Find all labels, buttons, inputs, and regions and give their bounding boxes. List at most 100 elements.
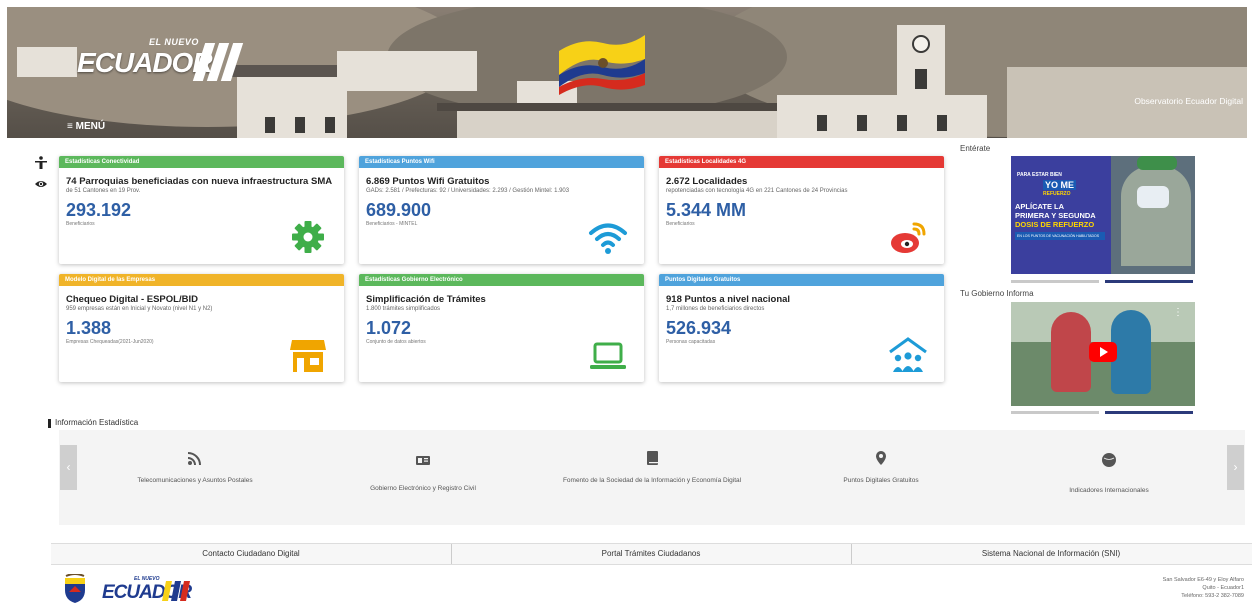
enterate-label: Entérate [960,144,991,153]
wifi-icon [589,223,627,254]
footer-link-sni[interactable]: Sistema Nacional de Información (SNI) [851,544,1251,564]
stat-card-puntos[interactable]: Puntos Digitales Gratuitos 918 Puntos a … [659,274,944,382]
gobierno-informa-label: Tu Gobierno Informa [960,289,1034,298]
building [337,51,477,91]
rss-icon [187,452,201,466]
category-label: Telecomunicaciones y Asuntos Postales [137,477,253,484]
carousel-indicator[interactable] [1011,411,1099,414]
card-number: 526.934 [666,318,732,338]
address-line: Teléfono: 593-2 382-7089 [1181,593,1244,599]
menu-button[interactable]: ≡ MENÚ [67,121,105,132]
laptop-icon [590,342,626,369]
community-icon [889,337,927,372]
vaccine-text-7: EN LOS PUNTOS DE VACUNACIÓN HABILITADOS [1015,232,1105,240]
card-tag: Estadísticas Conectividad [59,156,344,168]
card-caption: Conjunto de datos abiertos [366,339,426,345]
card-subtitle: 1.800 trámites simplificados [366,306,441,312]
footer-link-contacto[interactable]: Contacto Ciudadano Digital [51,544,451,564]
stat-card-empresas[interactable]: Modelo Digital de las Empresas Chequeo D… [59,274,344,382]
card-title: 2.672 Localidades [666,176,748,187]
section-title: Información Estadística [55,418,139,427]
ecuador-logo[interactable]: EL NUEVO ECUADOR [77,37,244,83]
eye-icon[interactable] [34,177,48,191]
footer-logo[interactable]: EL NUEVO ECUADOR [62,574,202,604]
globe-icon [1102,453,1116,467]
card-subtitle: de 51 Cantones en 19 Prov. [66,188,141,194]
logo-bars-icon [192,43,244,81]
card-subtitle: 1,7 millones de beneficiarios directos [666,306,765,312]
vaccine-text-1: PARA ESTAR BIEN [1017,172,1062,178]
carousel-indicator-active[interactable] [1105,411,1193,414]
address-line: Quito - Ecuador1 [1202,585,1244,591]
window [937,115,947,131]
video-sky [1011,302,1195,342]
card-title: Simplificación de Trámites [366,294,486,305]
footer-links-bar: Contacto Ciudadano Digital Portal Trámit… [51,543,1252,565]
footer-address: San Salvador E6-49 y Eloy Alfaro Quito -… [1163,576,1244,600]
category-fomento[interactable]: Fomento de la Sociedad de la Información… [537,450,767,484]
stat-card-4g[interactable]: Estadísticas Localidades 4G 2.672 Locali… [659,156,944,264]
card-tag: Puntos Digitales Gratuitos [659,274,944,286]
logo-big-text: ECUADOR [77,47,213,78]
book-icon [647,451,658,465]
map-pin-icon [876,451,886,465]
child-figure [1051,312,1091,392]
category-carousel: ‹ › Telecomunicaciones y Asuntos Postale… [59,430,1245,525]
card-subtitle: repotenciadas con tecnología 4G en 221 C… [666,188,848,194]
ecuador-flag-icon [559,35,645,95]
building [777,95,987,138]
stat-card-gobierno[interactable]: Estadísticas Gobierno Electrónico Simpli… [359,274,644,382]
enterate-video-card[interactable]: PARA ESTAR BIEN YO ME REFUERZO APLÍCATE … [1011,156,1195,274]
section-marker [48,419,51,428]
card-number: 1.072 [366,318,412,338]
person-figure [1121,166,1191,266]
category-puntos[interactable]: Puntos Digitales Gratuitos [801,450,961,484]
category-label: Gobierno Electrónico y Registro Civil [370,485,476,492]
coat-of-arms-icon [65,574,85,603]
gobierno-video-card[interactable]: ⋮ [1011,302,1195,406]
store-icon [290,340,326,372]
category-label: Puntos Digitales Gratuitos [843,477,919,484]
address-line: San Salvador E6-49 y Eloy Alfaro [1162,577,1244,583]
carousel-indicator[interactable] [1011,280,1099,283]
carousel-indicator-active[interactable] [1105,280,1193,283]
carousel-prev-button[interactable]: ‹ [60,445,77,490]
card-tag: Estadísticas Localidades 4G [659,156,944,168]
carousel-next-button[interactable]: › [1227,445,1244,490]
category-label: Fomento de la Sociedad de la Información… [562,477,742,484]
accessibility-icon[interactable] [34,156,48,170]
card-title: Chequeo Digital - ESPOL/BID [66,294,198,305]
card-number: 1.388 [66,318,112,338]
clock-icon [912,35,930,53]
observatorio-link[interactable]: Observatorio Ecuador Digital [1134,96,1243,106]
card-caption: Beneficiarios [66,221,95,227]
window [857,115,867,131]
category-telecom[interactable]: Telecomunicaciones y Asuntos Postales [115,450,275,484]
card-number: 293.192 [66,200,132,220]
card-caption: Beneficiarios [666,221,695,227]
card-caption: Personas capacitadas [666,339,716,345]
card-subtitle: 959 empresas están en Inicial y Novato (… [66,306,213,312]
card-tag: Estadísticas Puntos Wifi [359,156,644,168]
card-title: 918 Puntos a nivel nacional [666,294,791,305]
category-label: Indicadores Internacionales [1069,487,1149,494]
youtube-play-icon[interactable] [1089,342,1117,362]
category-indicadores[interactable]: Indicadores Internacionales [1029,452,1189,494]
child-figure [1111,310,1151,394]
header-banner: EL NUEVO ECUADOR ≡ MENÚ Observatorio Ecu… [7,7,1247,138]
category-gobierno[interactable]: Gobierno Electrónico y Registro Civil [343,452,503,492]
stat-card-wifi[interactable]: Estadísticas Puntos Wifi 6.869 Puntos Wi… [359,156,644,264]
vaccine-text-4: APLÍCATE LA [1015,202,1065,211]
vaccine-text-3: REFUERZO [1043,191,1071,197]
more-options-icon[interactable]: ⋮ [1173,308,1183,318]
id-card-icon [416,456,430,465]
vaccine-text-2: YO ME [1043,180,1077,190]
footer-link-portal[interactable]: Portal Trámites Ciudadanos [451,544,851,564]
card-subtitle: GADs: 2.581 / Prefecturas: 92 / Universi… [366,188,570,194]
window [897,115,907,131]
gear-icon [292,221,324,253]
signal-icon [891,222,926,253]
window [265,117,275,133]
window [295,117,305,133]
stat-card-conectividad[interactable]: Estadísticas Conectividad 74 Parroquias … [59,156,344,264]
